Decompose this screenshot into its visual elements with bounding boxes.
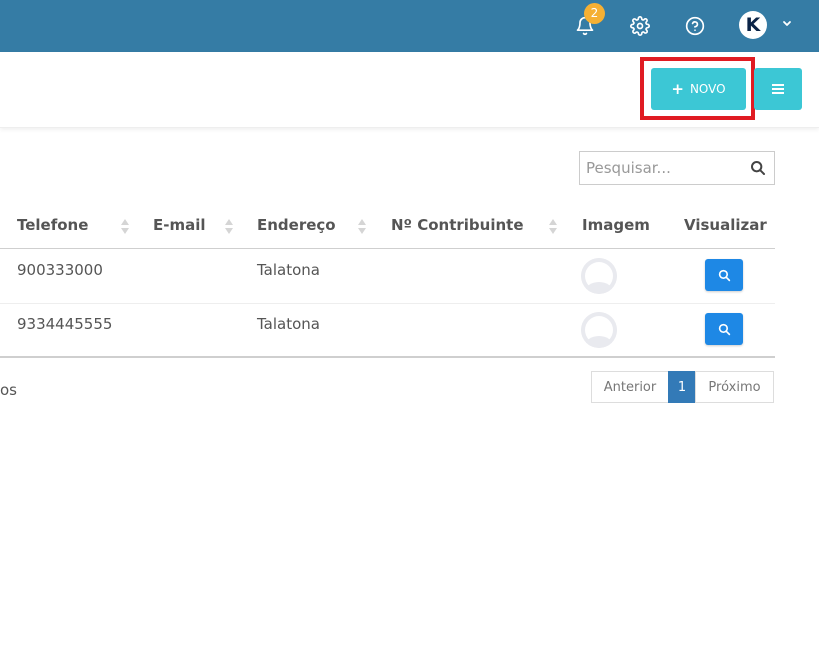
row-divider: [0, 303, 775, 304]
settings-button[interactable]: [623, 9, 657, 43]
view-button[interactable]: [705, 313, 743, 345]
cell-telefone: 900333000: [17, 261, 103, 279]
column-header-contribuinte[interactable]: Nº Contribuinte: [391, 216, 524, 234]
new-button-label: NOVO: [689, 82, 726, 96]
column-header-imagem: Imagem: [582, 216, 650, 234]
search-icon[interactable]: [750, 160, 766, 176]
cell-endereco: Talatona: [257, 261, 320, 279]
user-avatar[interactable]: K: [739, 11, 767, 39]
gear-icon: [630, 16, 650, 36]
table-bottom-border: [0, 356, 775, 358]
notification-badge: 2: [584, 3, 605, 24]
chevron-down-icon[interactable]: [779, 16, 795, 32]
column-header-telefone[interactable]: Telefone: [17, 216, 88, 234]
plus-icon: +: [671, 80, 684, 98]
column-header-endereco[interactable]: Endereço: [257, 216, 336, 234]
user-placeholder-icon: [581, 258, 617, 294]
column-header-visualizar: Visualizar: [684, 216, 767, 234]
search-box: [579, 151, 775, 185]
column-header-email[interactable]: E-mail: [153, 216, 206, 234]
k-logo-icon: K: [745, 14, 761, 36]
table-header-divider: [0, 248, 775, 249]
search-icon: [718, 269, 730, 281]
sort-icon[interactable]: [358, 217, 366, 235]
new-button[interactable]: + NOVO: [651, 68, 746, 110]
view-button[interactable]: [705, 259, 743, 291]
avatar: [581, 258, 617, 294]
search-input[interactable]: [586, 152, 746, 184]
user-placeholder-icon: [581, 312, 617, 348]
help-button[interactable]: [678, 9, 712, 43]
table-info-text: os: [0, 381, 17, 399]
cell-telefone: 9334445555: [17, 315, 113, 333]
avatar: [581, 312, 617, 348]
sort-icon[interactable]: [225, 217, 233, 235]
cell-endereco: Talatona: [257, 315, 320, 333]
sort-icon[interactable]: [121, 217, 129, 235]
sort-icon[interactable]: [549, 217, 557, 235]
hamburger-icon: [772, 84, 784, 94]
menu-button[interactable]: [754, 68, 802, 110]
pagination-page-1[interactable]: 1: [668, 371, 696, 403]
pagination-previous[interactable]: Anterior: [591, 371, 669, 403]
pagination-next[interactable]: Próximo: [695, 371, 774, 403]
help-icon: [685, 16, 705, 36]
search-icon: [718, 323, 730, 335]
pagination: Anterior 1 Próximo: [591, 371, 774, 403]
